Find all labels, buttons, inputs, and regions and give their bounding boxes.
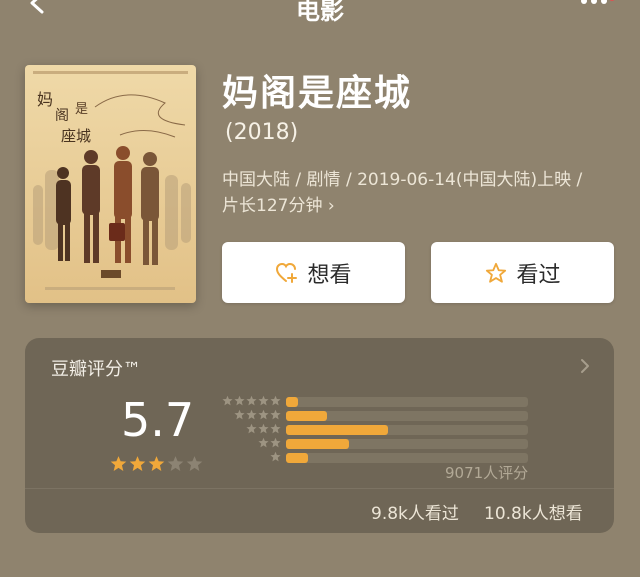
want-count[interactable]: 10.8k人想看 — [484, 499, 583, 524]
star-icon — [258, 437, 269, 448]
star-icon — [258, 409, 269, 420]
star-icon — [148, 456, 165, 471]
distribution-bar-track — [286, 439, 528, 449]
want-to-watch-button[interactable]: 想看 — [222, 242, 405, 303]
distribution-bar — [286, 439, 349, 449]
chevron-right-icon[interactable] — [580, 358, 590, 374]
svg-text:是: 是 — [75, 102, 88, 117]
movie-title: 妈阁是座城 — [222, 73, 413, 114]
rating-label: 豆瓣评分™ — [51, 359, 141, 380]
svg-text:妈: 妈 — [37, 90, 53, 109]
star-icon — [486, 262, 507, 283]
watched-label: 看过 — [516, 262, 561, 288]
star-icon — [222, 395, 233, 406]
star-icon — [270, 451, 281, 462]
chevron-right-icon: › — [327, 196, 335, 216]
distribution-stars — [269, 451, 281, 462]
movie-meta-text: 中国大陆 / 剧情 / 2019-06-14(中国大陆)上映 / 片长127分钟 — [222, 170, 583, 216]
star-icon — [246, 423, 257, 434]
rating-count: 9071人评分 — [445, 464, 529, 482]
star-icon — [270, 437, 281, 448]
movie-year: (2018) — [225, 120, 299, 145]
movie-poster[interactable]: 妈 阁 是 座城 — [25, 65, 196, 303]
more-icon[interactable] — [578, 0, 618, 8]
distribution-stars — [245, 423, 281, 434]
want-to-watch-label: 想看 — [307, 262, 352, 288]
star-icon — [270, 423, 281, 434]
star-icon — [258, 395, 269, 406]
distribution-bar — [286, 425, 388, 435]
rating-card[interactable]: 豆瓣评分™ 5.7 9071人评分 9.8k人看过 10.8k人想看 — [25, 338, 614, 533]
rating-stars — [110, 455, 205, 472]
star-icon — [234, 409, 245, 420]
distribution-stars — [257, 437, 281, 448]
star-icon — [246, 395, 257, 406]
star-icon — [129, 456, 146, 471]
page-title: 电影 — [296, 0, 344, 25]
star-icon — [234, 395, 245, 406]
distribution-row — [219, 436, 539, 450]
star-icon — [186, 456, 203, 471]
svg-text:阁: 阁 — [55, 108, 69, 124]
distribution-row — [219, 422, 539, 436]
watched-count[interactable]: 9.8k人看过 — [371, 499, 459, 524]
distribution-bar-track — [286, 397, 528, 407]
distribution-bar — [286, 411, 328, 421]
star-icon — [258, 423, 269, 434]
rating-score: 5.7 — [121, 393, 195, 447]
distribution-bar — [286, 453, 308, 463]
distribution-bar-track — [286, 411, 528, 421]
distribution-bar-track — [286, 425, 528, 435]
distribution-row — [219, 394, 539, 408]
star-icon — [110, 456, 127, 471]
navigation-bar: 电影 — [0, 0, 640, 26]
svg-text:座城: 座城 — [61, 127, 91, 145]
distribution-row — [219, 408, 539, 422]
divider — [25, 488, 614, 489]
distribution-stars — [233, 409, 281, 420]
movie-meta[interactable]: 中国大陆 / 剧情 / 2019-06-14(中国大陆)上映 / 片长127分钟… — [222, 167, 602, 219]
star-icon — [167, 456, 184, 471]
distribution-stars — [221, 395, 281, 406]
distribution-bar — [286, 397, 299, 407]
star-icon — [246, 409, 257, 420]
watched-button[interactable]: 看过 — [431, 242, 614, 303]
star-icon — [270, 395, 281, 406]
heart-plus-icon — [276, 262, 298, 283]
star-icon — [270, 409, 281, 420]
